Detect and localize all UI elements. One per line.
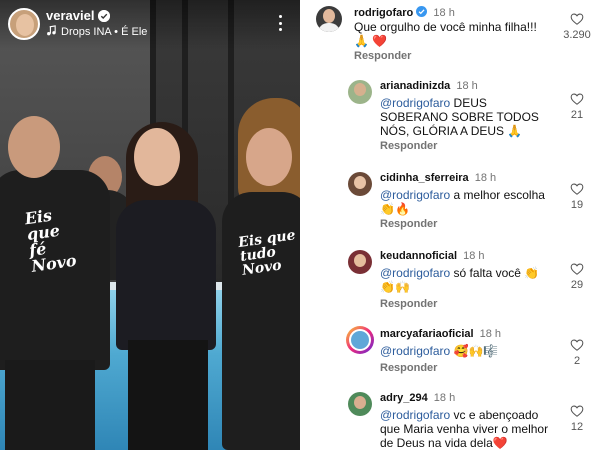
reply-button[interactable]: Responder: [380, 140, 437, 152]
avatar[interactable]: [348, 250, 372, 274]
avatar[interactable]: [316, 6, 342, 32]
comment-username-row[interactable]: marcyafariaoficial 18 h: [380, 328, 501, 340]
shirt-print: Eis que tudo Novo: [237, 227, 297, 279]
comment-item: adry_294 18 h @rodrigofaro vc e abençoad…: [300, 388, 600, 450]
reply-button[interactable]: Responder: [380, 218, 437, 230]
like-count: 29: [570, 279, 584, 291]
comment-item: rodrigofaro 18 h Que orgulho de você min…: [300, 0, 600, 70]
reply-button[interactable]: Responder: [380, 298, 437, 310]
comment-username[interactable]: rodrigofaro: [354, 7, 413, 19]
comment-username-row[interactable]: keudannoficial 18 h: [380, 250, 485, 262]
mention-link[interactable]: @rodrigofaro: [380, 266, 450, 280]
reply-button[interactable]: Responder: [354, 50, 411, 62]
shirt-print: Eis que fé Novo: [23, 205, 78, 276]
comment-username-row[interactable]: cidinha_sferreira 18 h: [380, 172, 496, 184]
comment-item: marcyafariaoficial 18 h @rodrigofaro 🥰🙌🎼…: [300, 324, 600, 382]
avatar[interactable]: [346, 326, 374, 354]
comment-username-row[interactable]: rodrigofaro 18 h: [354, 6, 455, 19]
more-vertical-icon[interactable]: [272, 12, 288, 34]
avatar[interactable]: [348, 392, 372, 416]
comment-text: @rodrigofaro vc e abençoado que Maria ve…: [380, 408, 549, 450]
like-count: 3.290: [563, 29, 591, 41]
comment-username-row[interactable]: adry_294 18 h: [380, 392, 455, 404]
heart-outline-icon: [570, 93, 584, 105]
comment-username[interactable]: adry_294: [380, 392, 428, 404]
heart-outline-icon: [570, 13, 584, 25]
heart-outline-icon: [570, 263, 584, 275]
verified-badge-icon: [98, 9, 111, 22]
like-button[interactable]: 2: [562, 338, 592, 367]
story-video[interactable]: Eis que fé Novo Eis que tudo Novo veravi…: [0, 0, 300, 450]
comment-time: 18 h: [456, 80, 478, 92]
comment-text: @rodrigofaro DEUS SOBERANO SOBRE TODOS N…: [380, 96, 539, 138]
audio-title: Drops INA • É Ele: [61, 26, 148, 38]
heart-outline-icon: [570, 183, 584, 195]
comment-username-row[interactable]: arianadinizda 18 h: [380, 80, 478, 92]
mention-link[interactable]: @rodrigofaro: [380, 188, 450, 202]
comment-time: 18 h: [479, 328, 502, 340]
comment-username[interactable]: marcyafariaoficial: [380, 328, 474, 340]
comment-time: 18 h: [433, 392, 456, 404]
comment-username[interactable]: keudannoficial: [380, 250, 457, 262]
like-button[interactable]: 21: [562, 92, 592, 121]
like-button[interactable]: 19: [562, 182, 592, 211]
comment-time: 18 h: [433, 7, 455, 19]
avatar[interactable]: [8, 8, 40, 40]
like-count: 21: [570, 109, 584, 121]
mention-link[interactable]: @rodrigofaro: [380, 408, 450, 422]
comment-item: arianadinizda 18 h @rodrigofaro DEUS SOB…: [300, 76, 600, 156]
comment-username[interactable]: arianadinizda: [380, 80, 450, 92]
story-username[interactable]: veraviel: [46, 8, 94, 23]
mention-link[interactable]: @rodrigofaro: [380, 344, 450, 358]
story-username-row[interactable]: veraviel: [46, 8, 111, 23]
like-count: 19: [570, 199, 584, 211]
like-count: 2: [573, 355, 581, 367]
comment-time: 18 h: [474, 172, 497, 184]
like-count: 12: [570, 421, 584, 433]
comment-time: 18 h: [463, 250, 485, 262]
story-audio[interactable]: Drops INA • É Ele: [46, 25, 147, 39]
avatar[interactable]: [348, 80, 372, 104]
story-header: [0, 0, 300, 50]
reply-button[interactable]: Responder: [380, 362, 437, 374]
comment-username[interactable]: cidinha_sferreira: [380, 172, 469, 184]
comment-text: Que orgulho de você minha filha!!! 🙏 ❤️: [354, 20, 537, 48]
avatar[interactable]: [348, 172, 372, 196]
comments-panel: rodrigofaro 18 h Que orgulho de você min…: [300, 0, 600, 450]
like-button[interactable]: 29: [562, 262, 592, 291]
comment-item: keudannoficial 18 h @rodrigofaro só falt…: [300, 246, 600, 316]
mention-link[interactable]: @rodrigofaro: [380, 96, 450, 110]
comment-text: @rodrigofaro 🥰🙌🎼: [380, 344, 499, 358]
heart-outline-icon: [570, 339, 584, 351]
comment-text: @rodrigofaro a melhor escolha 👏🔥: [380, 188, 545, 216]
like-button[interactable]: 12: [562, 404, 592, 433]
comment-item: cidinha_sferreira 18 h @rodrigofaro a me…: [300, 168, 600, 234]
like-button[interactable]: 3.290: [562, 12, 592, 41]
heart-outline-icon: [570, 405, 584, 417]
comment-text: @rodrigofaro só falta você 👏 👏🙌: [380, 266, 540, 294]
music-note-icon: [46, 25, 57, 39]
verified-badge-icon: [416, 6, 428, 19]
